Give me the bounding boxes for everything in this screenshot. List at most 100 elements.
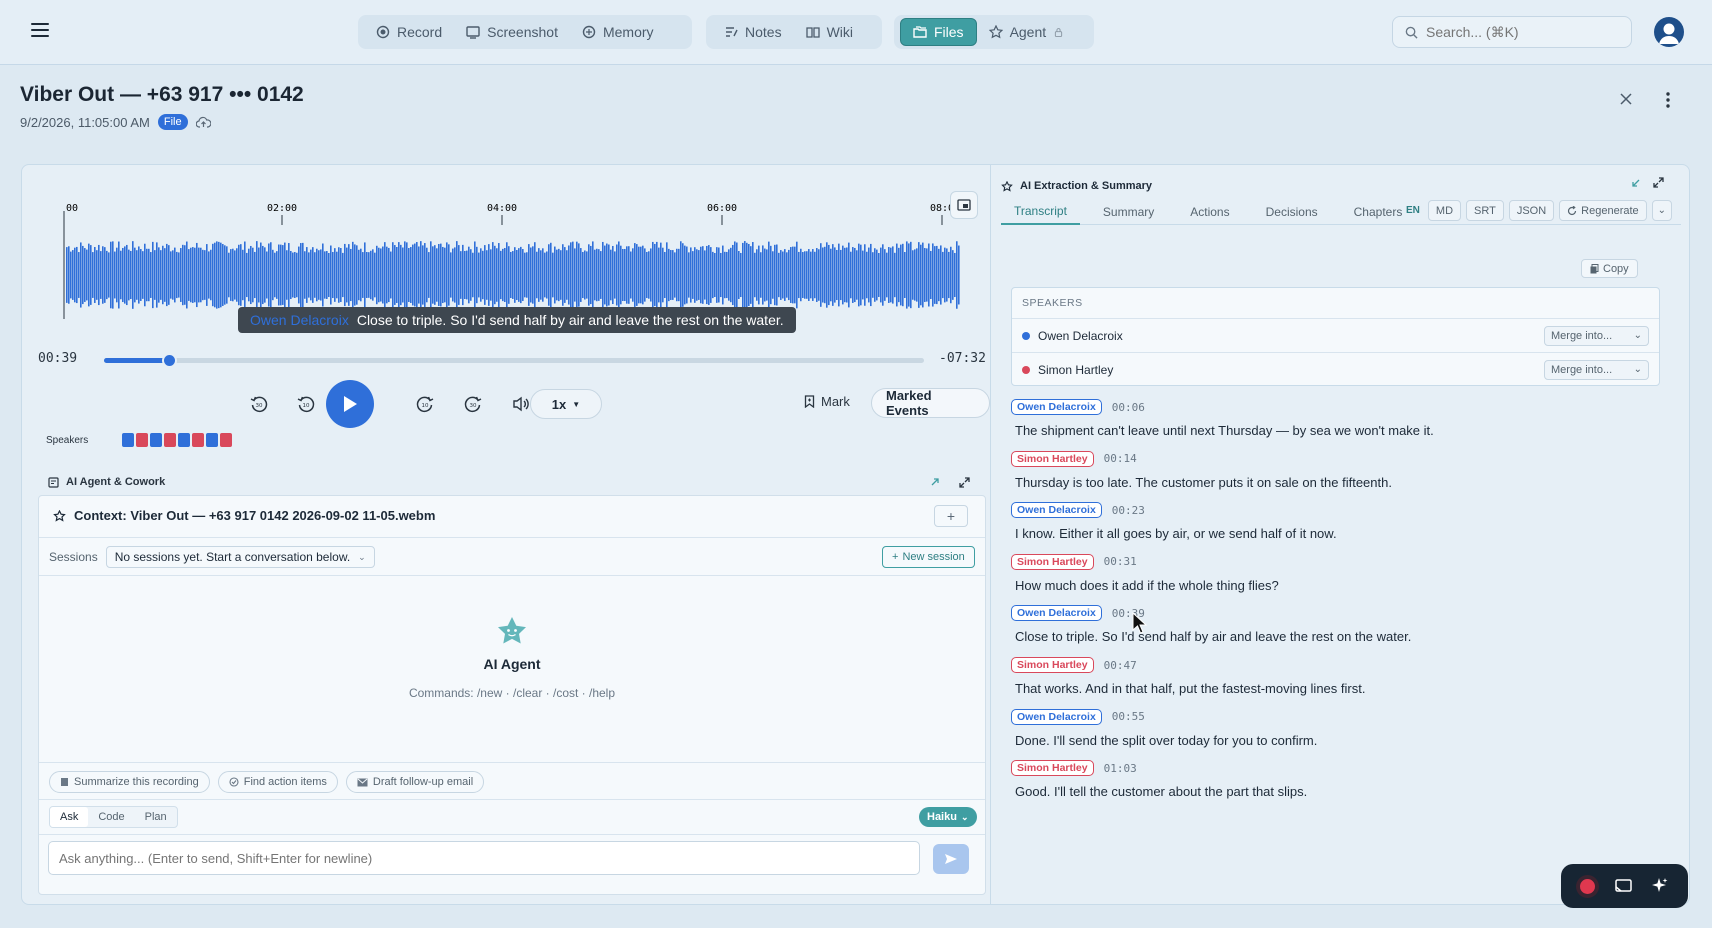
ask-field[interactable] [48,841,920,875]
tab-actions[interactable]: Actions [1177,200,1242,225]
transcript-segment[interactable]: Simon Hartley 00:31 How much does it add i… [1011,553,1651,593]
menu-icon[interactable] [30,21,54,43]
regenerate-options-button[interactable]: ⌄ [1651,200,1673,221]
cloud-upload-icon[interactable] [195,116,211,129]
mark-label: Mark [821,394,850,409]
waveform-bar [150,252,152,298]
close-icon[interactable] [1619,92,1635,108]
segment-timestamp[interactable]: 00:23 [1112,504,1145,517]
avatar[interactable] [1654,17,1684,47]
tab-chapters[interactable]: Chapters [1341,200,1416,225]
transcript-segment[interactable]: Simon Hartley 01:03 Good. I'll tell the cu… [1011,760,1651,799]
nav-memory[interactable]: Memory [570,18,666,46]
export-srt-button[interactable]: SRT [1466,200,1504,221]
waveform-bar [502,248,504,302]
speaker-pill[interactable]: Owen Delacroix [1011,708,1102,725]
skip-back-30-button[interactable]: 30 [246,391,272,417]
waveform-bar [486,250,488,300]
transcript-segment[interactable]: Owen Delacroix 00:23 I know. Either it all… [1011,502,1651,541]
waveform-bar [940,245,942,305]
tab-decisions[interactable]: Decisions [1253,200,1331,225]
speaker-segment-square[interactable] [178,433,191,447]
transcript-segment[interactable]: Owen Delacroix 00:55 Done. I'll send the s… [1011,708,1651,748]
add-context-button[interactable]: + [934,505,968,527]
segment-timestamp[interactable]: 00:55 [1112,710,1145,723]
summarize-chip[interactable]: Summarize this recording [49,771,210,793]
more-options-icon[interactable] [1666,92,1678,110]
model-select[interactable]: Haiku ⌄ [919,807,977,827]
nav-screenshot[interactable]: Screenshot [454,18,570,46]
new-session-button[interactable]: + New session [882,546,975,568]
expand-icon[interactable] [959,476,970,488]
merge-select-2[interactable]: Merge into... ⌄ [1544,359,1649,380]
nav-agent[interactable]: Agent [977,18,1077,46]
segment-timestamp[interactable]: 00:14 [1104,452,1137,465]
sessions-select[interactable]: No sessions yet. Start a conversation be… [105,546,375,568]
speaker-pill[interactable]: Owen Delacroix [1011,502,1102,519]
speaker-segment-square[interactable] [136,433,149,447]
segment-timestamp[interactable]: 00:47 [1104,659,1137,672]
waveform-bar [252,247,254,303]
picture-in-picture-button[interactable] [950,191,978,219]
segment-timestamp[interactable]: 00:31 [1104,555,1137,568]
speaker-pill[interactable]: Simon Hartley [1011,657,1094,673]
speaker-pill[interactable]: Owen Delacroix [1011,605,1102,622]
marked-events-button[interactable]: Marked Events [871,388,990,418]
waveform[interactable]: 00 02:00 04:00 06:00 08:0 [62,201,967,321]
waveform-bar [856,250,858,300]
export-md-button[interactable]: MD [1427,200,1462,221]
play-button[interactable] [326,380,374,428]
speaker-pill[interactable]: Simon Hartley [1011,450,1094,467]
transcript-segment[interactable]: Owen Delacroix 00:06 The shipment can't le… [1011,399,1651,438]
regenerate-button[interactable]: Regenerate [1559,200,1647,221]
waveform-bar [172,250,174,300]
nav-record[interactable]: Record [364,18,454,46]
pop-out-icon[interactable] [930,477,940,487]
transcript-segment[interactable]: Simon Hartley 00:14 Thursday is too late. … [1011,450,1651,490]
seek-thumb[interactable] [162,353,178,368]
ask-input[interactable] [59,850,909,866]
segment-timestamp[interactable]: 01:03 [1104,762,1137,775]
mode-plan[interactable]: Plan [135,807,177,827]
draft-email-chip[interactable]: Draft follow-up email [345,771,485,793]
segment-timestamp[interactable]: 00:06 [1112,401,1145,414]
search-box[interactable] [1392,16,1632,48]
screen-capture-icon[interactable] [1614,878,1632,894]
transcript-segment[interactable]: Simon Hartley 00:47 That works. And in tha… [1011,657,1651,696]
nav-files[interactable]: Files [900,18,977,46]
expand-icon[interactable] [1653,177,1664,188]
tab-transcript[interactable]: Transcript [1001,200,1080,225]
playback-speed-select[interactable]: 1x ▼ [530,389,602,419]
language-toggle[interactable]: EN [1406,205,1420,216]
svg-text:10: 10 [303,403,310,409]
speaker-pill[interactable]: Simon Hartley [1011,760,1094,777]
transcript-segment[interactable]: Owen Delacroix 00:39 Close to triple. So I… [1011,605,1651,644]
export-json-button[interactable]: JSON [1508,200,1555,221]
tab-summary[interactable]: Summary [1090,200,1167,225]
speaker-segment-square[interactable] [206,433,219,447]
search-input[interactable] [1426,24,1616,40]
nav-wiki[interactable]: Wiki [794,18,865,46]
speaker-pill[interactable]: Simon Hartley [1011,553,1094,570]
speaker-segment-square[interactable] [164,433,177,447]
speaker-segment-square[interactable] [122,433,135,447]
record-button[interactable] [1580,878,1596,894]
skip-forward-10-button[interactable]: 10 [412,391,438,417]
speaker-pill[interactable]: Owen Delacroix [1011,399,1102,415]
send-button[interactable] [933,844,969,874]
nav-notes[interactable]: Notes [712,18,794,46]
speaker-segment-square[interactable] [150,433,163,447]
copy-button[interactable]: Copy [1581,259,1638,278]
speaker-segment-square[interactable] [192,433,205,447]
merge-select-1[interactable]: Merge into... ⌄ [1544,325,1649,346]
skip-back-10-button[interactable]: 10 [293,391,319,417]
skip-forward-30-button[interactable]: 30 [460,391,486,417]
seek-slider[interactable] [104,353,924,368]
mode-ask[interactable]: Ask [50,807,89,827]
mode-code[interactable]: Code [88,807,134,827]
speaker-segment-square[interactable] [220,433,233,447]
collapse-icon[interactable] [1631,178,1641,188]
find-actions-chip[interactable]: Find action items [217,771,338,793]
sparkle-icon[interactable] [1651,877,1669,895]
mark-button[interactable]: Mark [804,394,850,409]
